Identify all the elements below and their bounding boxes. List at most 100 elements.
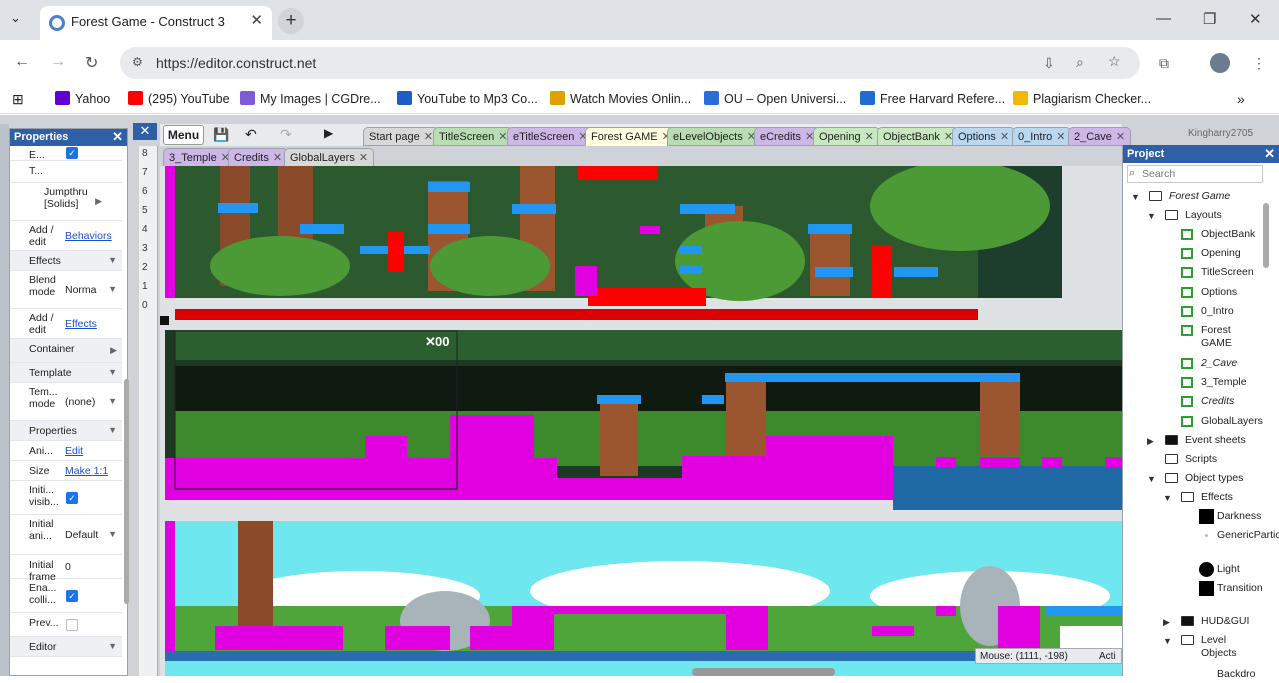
tree-item[interactable]: ▼ Object types [1123,471,1263,487]
tree-item[interactable]: ▼ Layouts [1123,208,1263,224]
tab-0-intro[interactable]: 0_Intro ✕ [1012,127,1072,146]
close-tab-icon[interactable]: ✕ [865,131,874,143]
property-link[interactable]: Behaviors [65,230,112,242]
property-link[interactable]: Make 1:1 [65,465,108,477]
bookmark-item[interactable]: My Images | CGDre... [240,91,381,106]
tab-ecredits[interactable]: eCredits ✕ [754,127,821,146]
close-project-icon[interactable]: ✕ [1264,147,1275,160]
close-properties-icon[interactable]: ✕ [112,130,123,143]
extensions-icon[interactable]: ⧉ [1159,55,1169,72]
zoom-icon[interactable]: ⌕ [1076,54,1084,71]
close-tab-icon[interactable]: ✕ [1056,131,1065,143]
tree-item[interactable]: Scripts [1123,452,1263,468]
bookmark-star-icon[interactable]: ☆ [1108,53,1121,70]
save-icon[interactable]: 💾 [213,127,229,143]
expanded-arrow-icon[interactable]: ▼ [1163,492,1172,505]
close-panel-icon[interactable]: ✕ [133,123,157,140]
tree-item[interactable]: ▶ HUD&GUI [1123,614,1263,630]
bookmark-item[interactable]: YouTube to Mp3 Co... [397,91,538,106]
close-tab-icon[interactable]: ✕ [1116,131,1125,143]
close-tab-icon[interactable]: ✕ [1000,131,1009,143]
property-row[interactable]: Add / edit Behaviors [10,221,122,251]
address-bar[interactable]: ⚙ https://editor.construct.net ⇩ ⌕ ☆ [120,47,1140,79]
tree-item[interactable]: Opening [1123,246,1263,262]
expanded-arrow-icon[interactable]: ▼ [1147,473,1156,486]
more-menu-icon[interactable]: ⋮ [1252,55,1266,72]
checkbox[interactable]: ✓ [66,492,78,504]
property-row[interactable]: Add / edit Effects [10,309,122,339]
bookmark-item[interactable]: Plagiarism Checker... [1013,91,1151,106]
undo-icon[interactable]: ↶ [245,126,257,143]
restore-icon[interactable]: ❐ [1203,10,1216,28]
property-row[interactable]: Initial ani... Default ▼ [10,515,122,555]
tab-start-page[interactable]: Start page ✕ [363,127,439,146]
tree-item[interactable]: Transition [1123,581,1263,609]
canvas-horizontal-scrollbar[interactable] [692,668,835,676]
close-tab-icon[interactable]: ✕ [424,131,433,143]
property-link[interactable]: Edit [65,445,83,457]
expanded-arrow-icon[interactable]: ▼ [1163,635,1172,648]
more-bookmarks-icon[interactable]: » [1237,91,1245,107]
back-icon[interactable]: ← [14,53,30,71]
property-row[interactable]: Template ▼ [10,363,122,383]
property-row[interactable]: E... ✓ [10,145,122,161]
property-row[interactable]: Effects ▼ [10,251,122,271]
tree-item[interactable]: ▼ Level Objects [1123,633,1263,661]
expanded-arrow-icon[interactable]: ▼ [1147,210,1156,223]
property-row[interactable]: Properties ▼ [10,421,122,441]
layout-canvas[interactable]: ✕ 00 Mouse: (1111, -198) Acti [160,166,1122,676]
tree-item[interactable]: TitleScreen [1123,265,1263,281]
checkbox[interactable]: ✓ [66,147,78,159]
project-search-input[interactable]: Search [1127,165,1263,183]
tree-item[interactable]: Light [1123,562,1263,578]
tree-item[interactable]: Backdro [1123,667,1263,683]
property-row[interactable]: Tem... mode (none) ▼ [10,383,122,421]
property-row[interactable]: Editor ▼ [10,637,122,657]
tab-2-cave[interactable]: 2_Cave ✕ [1068,127,1132,146]
project-scrollbar[interactable] [1263,203,1269,268]
property-select[interactable]: Norma [65,284,97,296]
property-row[interactable]: Ani... Edit [10,441,122,461]
tree-item[interactable]: ▼ Effects [1123,490,1263,506]
tab-etitlescreen[interactable]: eTitleScreen ✕ [507,127,594,146]
bookmark-item[interactable]: Yahoo [55,91,110,106]
tree-item[interactable]: ▼ Forest Game [1123,189,1263,205]
preview-play-icon[interactable]: ▶ [324,126,333,140]
bookmark-item[interactable]: Watch Movies Onlin... [550,91,691,106]
minimize-icon[interactable]: — [1156,10,1171,27]
new-tab-button[interactable]: + [278,8,304,34]
property-link[interactable]: Effects [65,318,97,330]
window-close-icon[interactable]: ✕ [1249,10,1262,28]
property-row[interactable]: Size Make 1:1 [10,461,122,481]
tab-3-temple[interactable]: 3_Temple ✕ [163,148,236,167]
tree-item[interactable]: Darkness [1123,509,1263,525]
checkbox[interactable] [66,619,78,631]
property-row[interactable]: Container ▶ [10,339,122,363]
install-app-icon[interactable]: ⇩ [1043,55,1055,72]
redo-icon[interactable]: ↷ [280,126,292,143]
site-info-icon[interactable]: ⚙ [132,55,143,69]
tree-item[interactable]: 3_Temple [1123,375,1263,391]
property-row[interactable]: Ena... colli... ✓ [10,579,122,613]
property-row[interactable]: Jumpthru [Solids] ▶ [10,183,122,221]
forward-icon[interactable]: → [50,53,66,71]
tree-item[interactable]: ▶ Event sheets [1123,433,1263,449]
tree-item[interactable]: 0_Intro [1123,304,1263,320]
bookmark-item[interactable]: Free Harvard Refere... [860,91,1005,106]
property-select[interactable]: (none) [65,396,95,408]
close-tab-icon[interactable]: ✕ [273,152,282,164]
tab-globallayers[interactable]: GlobalLayers ✕ [284,148,375,167]
browser-tab-active[interactable]: Forest Game - Construct 3 ✕ [40,6,272,40]
checkbox[interactable]: ✓ [66,590,78,602]
property-row[interactable]: Prev... [10,613,122,637]
collapsed-arrow-icon[interactable]: ▶ [1147,435,1154,448]
expanded-arrow-icon[interactable]: ▼ [1131,191,1140,204]
tab-credits[interactable]: Credits ✕ [228,148,289,167]
tab-search-dropdown-icon[interactable]: ⌄ [10,10,21,26]
tree-item[interactable]: GlobalLayers [1123,414,1263,430]
property-select[interactable]: Default [65,529,98,541]
tab-titlescreen[interactable]: TitleScreen ✕ [433,127,514,146]
tree-item[interactable]: GenericParticle [1123,528,1279,556]
properties-scrollbar[interactable] [124,379,129,604]
menu-button[interactable]: Menu [163,125,204,145]
